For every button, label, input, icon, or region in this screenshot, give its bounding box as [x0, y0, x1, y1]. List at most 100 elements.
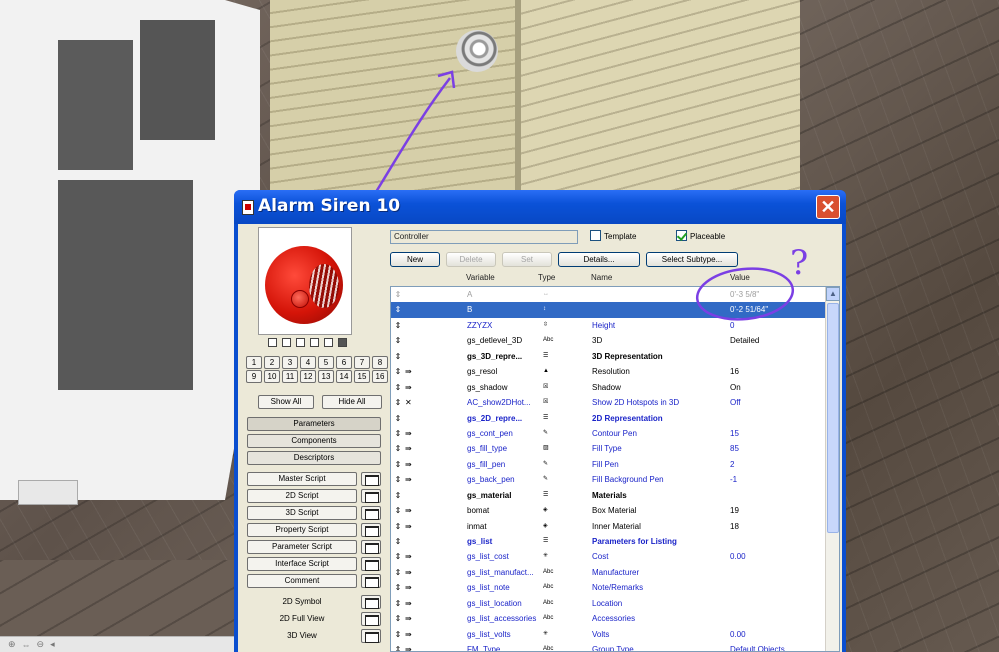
layer-number-button[interactable]: 13	[318, 370, 334, 383]
value-cell[interactable]: 16	[730, 364, 830, 379]
table-row[interactable]: ⇕ ⇛ bomat ◈ Box Material 19	[391, 503, 839, 518]
layer-number-button[interactable]: 12	[300, 370, 316, 383]
window-icon[interactable]	[361, 472, 381, 486]
window-icon[interactable]	[361, 574, 381, 588]
layer-number-button[interactable]: 10	[264, 370, 280, 383]
layer-number-button[interactable]: 16	[372, 370, 388, 383]
table-scrollbar[interactable]: ▲	[825, 287, 840, 651]
window-icon[interactable]	[361, 595, 381, 609]
set-button[interactable]: Set	[502, 252, 552, 267]
interface-script-button[interactable]: Interface Script	[247, 557, 357, 571]
value-cell[interactable]: -1	[730, 472, 830, 487]
solid-icon[interactable]	[324, 338, 333, 347]
subtype-field[interactable]: Controller	[390, 230, 578, 244]
table-row[interactable]: ⇕ ⇛ FM_Type Abc Group Type Default Objects	[391, 642, 839, 651]
table-row[interactable]: ⇕ ⇛ gs_fill_type ▨ Fill Type 85	[391, 441, 839, 456]
table-row[interactable]: ⇕ ⇛ gs_fill_pen ✎ Fill Pen 2	[391, 457, 839, 472]
value-cell[interactable]: Off	[730, 395, 830, 410]
layer-number-button[interactable]: 6	[336, 356, 352, 369]
window-icon[interactable]	[361, 506, 381, 520]
layer-number-button[interactable]: 1	[246, 356, 262, 369]
table-row[interactable]: ⇕ gs_material ☰ Materials	[391, 488, 839, 503]
close-button[interactable]: ✕	[816, 195, 840, 219]
table-row[interactable]: ⇕ B ↕ 0'-2 51/64"	[391, 302, 839, 318]
select-subtype-button[interactable]: Select Subtype...	[646, 252, 738, 267]
tab-descriptors[interactable]: Descriptors	[247, 451, 381, 465]
table-row[interactable]: ⇕ gs_list ☰ Parameters for Listing	[391, 534, 839, 549]
table-row[interactable]: ⇕ gs_2D_repre... ☰ 2D Representation	[391, 411, 839, 426]
hide-all-button[interactable]: Hide All	[322, 395, 382, 409]
value-cell[interactable]: 19	[730, 503, 830, 518]
value-cell[interactable]: 18	[730, 519, 830, 534]
scroll-thumb[interactable]	[827, 303, 839, 533]
column-header-value[interactable]: Value	[730, 273, 750, 282]
table-row[interactable]: ⇕ ✕ AC_show2DHot... ☒ Show 2D Hotspots in 3D…	[391, 395, 839, 410]
window-icon[interactable]	[361, 557, 381, 571]
show-all-button[interactable]: Show All	[258, 395, 314, 409]
tab-parameters[interactable]: Parameters	[247, 417, 381, 431]
table-row[interactable]: ⇕ gs_detlevel_3D Abc 3D Detailed	[391, 333, 839, 348]
value-cell[interactable]: 0.00	[730, 549, 830, 564]
value-cell[interactable]: 0	[730, 318, 830, 333]
layer-number-button[interactable]: 7	[354, 356, 370, 369]
window-icon[interactable]	[361, 629, 381, 643]
value-cell[interactable]: 0.00	[730, 627, 830, 642]
table-row[interactable]: ⇕ A ↔ 0'-3 5/8"	[391, 287, 839, 302]
table-row[interactable]: ⇕ ZZYZX ⇳ Height 0	[391, 318, 839, 333]
window-icon[interactable]	[361, 523, 381, 537]
new-button[interactable]: New	[390, 252, 440, 267]
delete-button[interactable]: Delete	[446, 252, 496, 267]
wireframe-icon[interactable]	[268, 338, 277, 347]
table-row[interactable]: ⇕ ⇛ gs_shadow ☒ Shadow On	[391, 380, 839, 395]
layer-number-button[interactable]: 8	[372, 356, 388, 369]
zoom-in-icon[interactable]: ⊕	[8, 639, 16, 650]
dialog-titlebar[interactable]: Alarm Siren 10 ✕	[234, 190, 846, 224]
table-row[interactable]: ⇕ ⇛ gs_list_cost ✳ Cost 0.00	[391, 549, 839, 564]
column-header-variable[interactable]: Variable	[466, 273, 495, 282]
layer-number-button[interactable]: 14	[336, 370, 352, 383]
window-icon[interactable]	[361, 489, 381, 503]
value-cell[interactable]: 15	[730, 426, 830, 441]
template-checkbox[interactable]	[590, 230, 601, 241]
value-cell[interactable]: 0'-3 5/8"	[730, 287, 830, 302]
2d-script-button[interactable]: 2D Script	[247, 489, 357, 503]
table-row[interactable]: ⇕ ⇛ inmat ◈ Inner Material 18	[391, 519, 839, 534]
table-row[interactable]: ⇕ ⇛ gs_list_accessories Abc Accessories	[391, 611, 839, 626]
layer-number-button[interactable]: 9	[246, 370, 262, 383]
hidden-line-icon[interactable]	[282, 338, 291, 347]
table-row[interactable]: ⇕ ⇛ gs_cont_pen ✎ Contour Pen 15	[391, 426, 839, 441]
layer-number-button[interactable]: 11	[282, 370, 298, 383]
table-row[interactable]: ⇕ ⇛ gs_list_note Abc Note/Remarks	[391, 580, 839, 595]
box-icon[interactable]	[310, 338, 319, 347]
column-header-name[interactable]: Name	[591, 273, 612, 282]
zoom-out-icon[interactable]: ⊖	[37, 639, 45, 650]
shaded-icon[interactable]	[296, 338, 305, 347]
layer-number-button[interactable]: 4	[300, 356, 316, 369]
table-row[interactable]: ⇕ ⇛ gs_back_pen ✎ Fill Background Pen -1	[391, 472, 839, 487]
property-script-button[interactable]: Property Script	[247, 523, 357, 537]
column-header-type[interactable]: Type	[538, 273, 555, 282]
film-icon[interactable]	[338, 338, 347, 347]
table-row[interactable]: ⇕ gs_3D_repre... ☰ 3D Representation	[391, 349, 839, 364]
placed-alarm-siren-object[interactable]	[456, 30, 498, 72]
layer-number-button[interactable]: 15	[354, 370, 370, 383]
layer-number-button[interactable]: 2	[264, 356, 280, 369]
window-icon[interactable]	[361, 612, 381, 626]
table-row[interactable]: ⇕ ⇛ gs_list_location Abc Location	[391, 596, 839, 611]
value-cell[interactable]: On	[730, 380, 830, 395]
value-cell[interactable]: 0'-2 51/64"	[730, 302, 830, 317]
table-row[interactable]: ⇕ ⇛ gs_list_volts ✳ Volts 0.00	[391, 627, 839, 642]
value-cell[interactable]: 2	[730, 457, 830, 472]
value-cell[interactable]: Detailed	[730, 333, 830, 348]
3d-script-button[interactable]: 3D Script	[247, 506, 357, 520]
scroll-up-icon[interactable]: ▲	[826, 287, 840, 301]
value-cell[interactable]: Default Objects	[730, 642, 830, 651]
layer-number-button[interactable]: 5	[318, 356, 334, 369]
value-cell[interactable]: 85	[730, 441, 830, 456]
parameter-script-button[interactable]: Parameter Script	[247, 540, 357, 554]
comment-button[interactable]: Comment	[247, 574, 357, 588]
window-icon[interactable]	[361, 540, 381, 554]
table-row[interactable]: ⇕ ⇛ gs_list_manufact... Abc Manufacturer	[391, 565, 839, 580]
scroll-left-icon[interactable]: ◂	[50, 639, 55, 650]
details-button[interactable]: Details...	[558, 252, 640, 267]
